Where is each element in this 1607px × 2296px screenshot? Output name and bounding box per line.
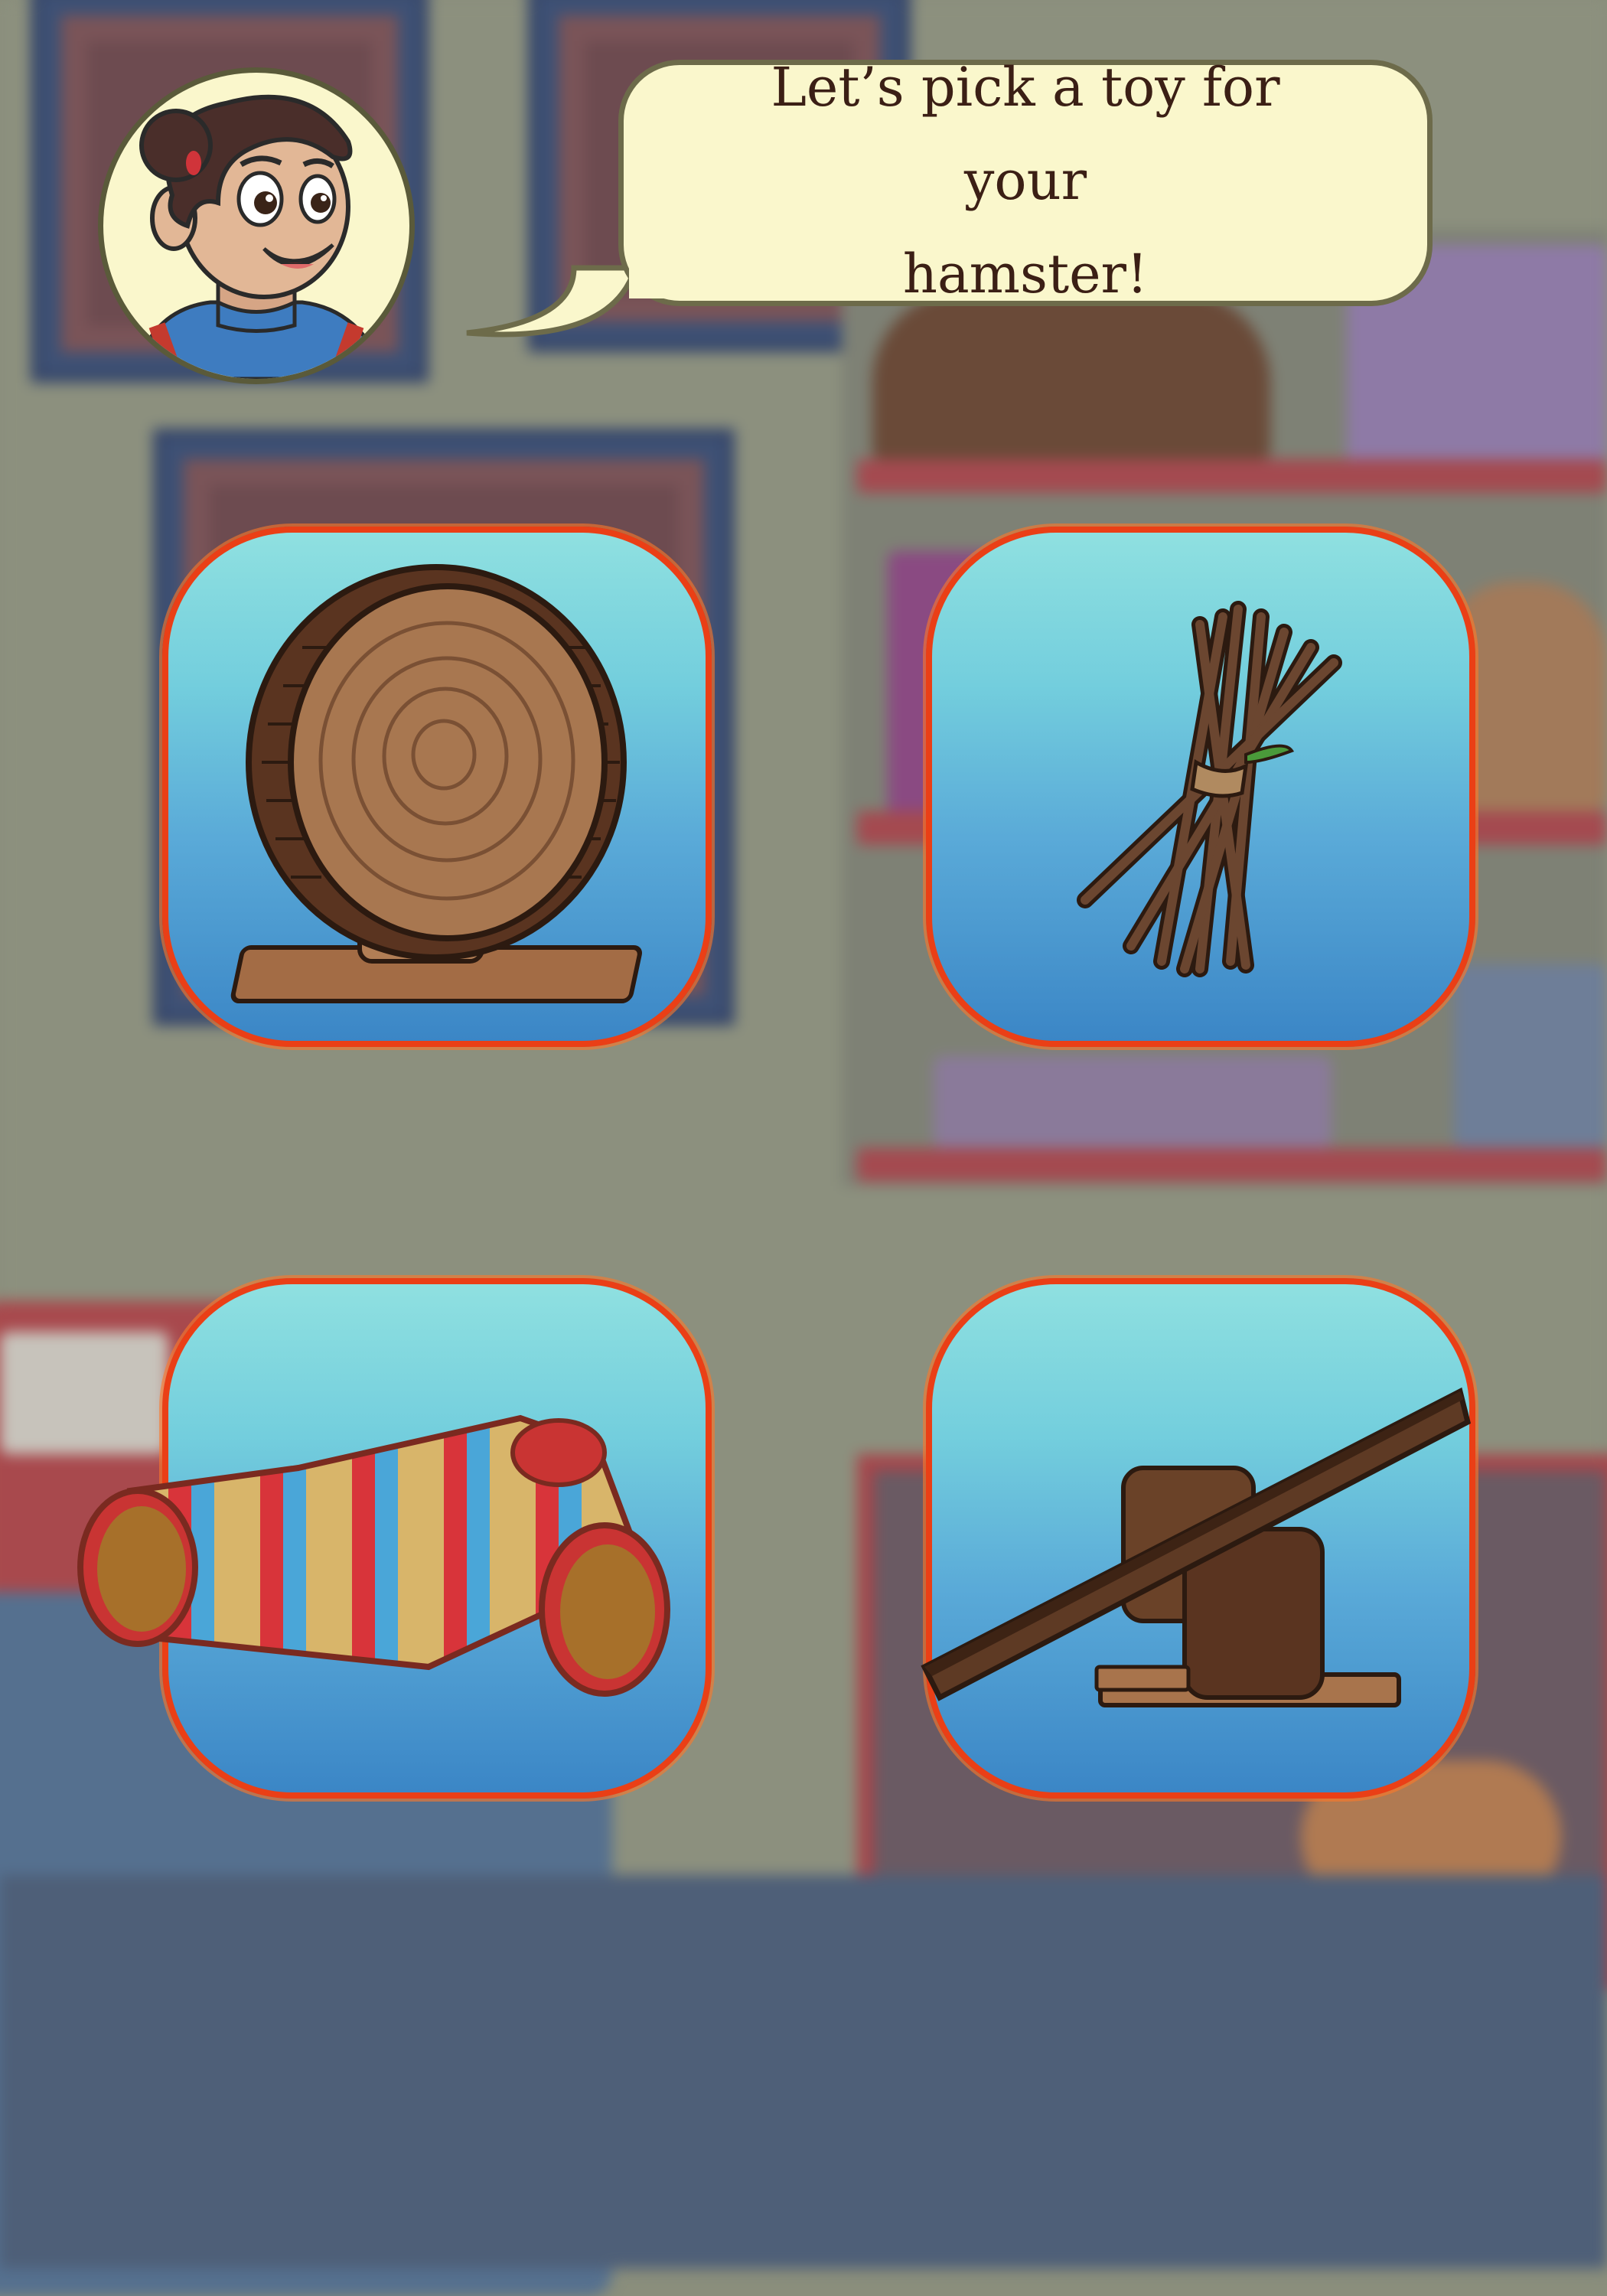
- seesaw-icon: [921, 1387, 1472, 1707]
- pillow: [0, 1332, 168, 1454]
- toy-card-sticks[interactable]: sticks: [926, 527, 1475, 1047]
- shelf: [857, 1148, 1607, 1182]
- shelf: [857, 459, 1607, 493]
- girl-avatar-icon: [132, 94, 389, 379]
- dialog-line-1: Let’s pick a toy for your: [771, 56, 1280, 212]
- tunnel-icon: [77, 1414, 670, 1697]
- toy-card-wheel[interactable]: wheel: [162, 527, 712, 1047]
- toy-card-tunnel[interactable]: tunnel: [77, 1278, 712, 1799]
- wooden-wheel-icon: [230, 564, 642, 1003]
- shelf-item: [934, 1056, 1332, 1148]
- avatar: [98, 67, 415, 384]
- floor: [0, 1875, 1607, 2268]
- speech-bubble: Let’s pick a toy for your hamster!: [618, 56, 1433, 306]
- bubble-seam: [629, 253, 698, 298]
- toy-card-seesaw[interactable]: seesaw: [921, 1278, 1475, 1799]
- dialog-line-2: hamster!: [902, 243, 1149, 305]
- dialog-text: Let’s pick a toy for your hamster!: [742, 41, 1309, 325]
- chew-sticks-icon: [1077, 601, 1342, 977]
